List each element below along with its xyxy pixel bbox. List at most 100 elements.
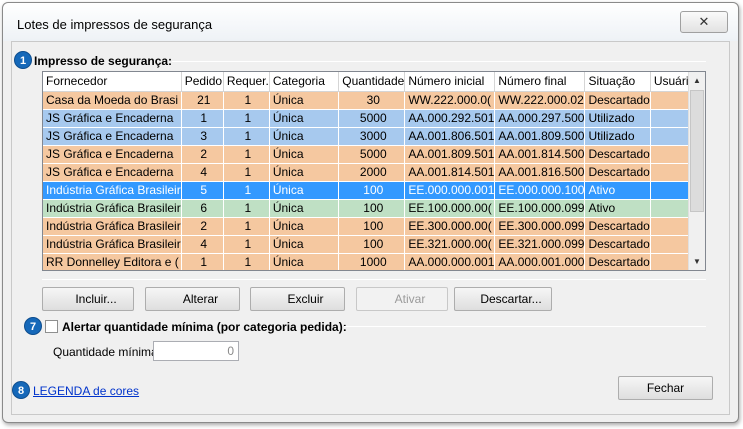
table-cell: 1 bbox=[181, 253, 224, 270]
table-cell: 1 bbox=[223, 181, 270, 200]
table-cell: Única bbox=[269, 235, 340, 254]
window-title: Lotes de impressos de segurança bbox=[17, 17, 213, 32]
table-cell: 1 bbox=[223, 163, 270, 182]
table-cell: 3 bbox=[181, 127, 224, 146]
include-button[interactable]: Incluir... bbox=[42, 287, 134, 311]
table-row[interactable]: JS Gráfica e Encaderna 4 1 Única 2000 AA.001.… bbox=[43, 163, 705, 182]
group-divider bbox=[172, 61, 706, 62]
table-cell: 21 bbox=[181, 91, 224, 110]
column-header[interactable]: Categoria bbox=[269, 72, 340, 92]
table-cell: Ativo bbox=[584, 199, 651, 218]
table-row[interactable]: JS Gráfica e Encaderna 2 1 Única 5000 AA.001.… bbox=[43, 145, 705, 164]
min-quantity-alert-label: Alertar quantidade mínima (por categoria… bbox=[62, 320, 347, 334]
table-cell: 1 bbox=[223, 217, 270, 236]
table-cell: AA.000.292.501 bbox=[404, 109, 496, 128]
table-cell: Indústria Gráfica Brasileir bbox=[43, 217, 182, 236]
title-bar: Lotes de impressos de segurança ✕ bbox=[3, 3, 738, 41]
table-cell: Utilizado bbox=[584, 109, 651, 128]
table-row[interactable]: Indústria Gráfica Brasileir 6 1 Única 100 EE.… bbox=[43, 199, 705, 218]
table-cell: EE.300.000.00( bbox=[404, 217, 496, 236]
column-header[interactable]: Situação bbox=[584, 72, 651, 92]
table-row[interactable]: Indústria Gráfica Brasileir 5 1 Única 100 EE.… bbox=[43, 181, 705, 200]
table-cell: 2 bbox=[181, 217, 224, 236]
table-cell: AA.000.001.000 bbox=[494, 253, 586, 270]
column-header[interactable]: Pedido bbox=[181, 72, 224, 92]
table-cell: 30 bbox=[338, 91, 406, 110]
column-header[interactable]: Número final bbox=[494, 72, 586, 92]
table-cell: WW.222.000.02 bbox=[494, 91, 586, 110]
security-form-group-label: Impresso de segurança: bbox=[34, 54, 173, 68]
table-cell: EE.000.000.001 bbox=[404, 181, 496, 200]
table-cell: Única bbox=[269, 145, 340, 164]
activate-button[interactable]: Ativar bbox=[356, 287, 448, 311]
grid-bottom-divider bbox=[42, 279, 706, 280]
table-cell: EE.100.000.00( bbox=[404, 199, 496, 218]
column-header[interactable]: Requer. bbox=[223, 72, 270, 92]
delete-button[interactable]: Excluir bbox=[250, 287, 345, 311]
table-cell: 5000 bbox=[338, 145, 406, 164]
table-cell: JS Gráfica e Encaderna bbox=[43, 127, 182, 146]
table-cell: Indústria Gráfica Brasileir bbox=[43, 235, 182, 254]
table-row[interactable]: JS Gráfica e Encaderna 1 1 Única 5000 AA.000.… bbox=[43, 109, 705, 128]
table-cell: Única bbox=[269, 199, 340, 218]
color-legend-link[interactable]: LEGENDA de cores bbox=[33, 384, 139, 398]
table-cell: 6 bbox=[181, 199, 224, 218]
table-row[interactable]: Indústria Gráfica Brasileir 4 1 Única 100 EE.… bbox=[43, 235, 705, 254]
table-cell: Única bbox=[269, 163, 340, 182]
table-cell: Única bbox=[269, 127, 340, 146]
table-cell: Única bbox=[269, 253, 340, 270]
column-header[interactable]: Fornecedor bbox=[43, 72, 182, 92]
close-window-button[interactable]: ✕ bbox=[680, 11, 728, 33]
table-cell: 100 bbox=[338, 235, 406, 254]
table-cell: AA.001.814.500 bbox=[494, 145, 586, 164]
table-cell: 3000 bbox=[338, 127, 406, 146]
table-cell: AA.000.297.500 bbox=[494, 109, 586, 128]
table-cell: AA.001.814.501 bbox=[404, 163, 496, 182]
table-cell: 1 bbox=[223, 127, 270, 146]
table-cell: AA.001.809.500 bbox=[494, 127, 586, 146]
table-cell: 1 bbox=[223, 91, 270, 110]
table-header-row: Fornecedor Pedido Requer. Categoria Quan… bbox=[43, 72, 705, 92]
table-cell: EE.000.000.100 bbox=[494, 181, 586, 200]
table-cell: 1 bbox=[181, 109, 224, 128]
table-body: Casa da Moeda do Brasi 21 1 Única 30 WW.222.0… bbox=[43, 91, 705, 270]
table-cell: 4 bbox=[181, 235, 224, 254]
scrollbar-thumb[interactable] bbox=[690, 90, 704, 212]
table-cell: EE.100.000.099 bbox=[494, 199, 586, 218]
table-cell: Utilizado bbox=[584, 127, 651, 146]
table-cell: JS Gráfica e Encaderna bbox=[43, 163, 182, 182]
table-row[interactable]: JS Gráfica e Encaderna 3 1 Única 3000 AA.001.… bbox=[43, 127, 705, 146]
table-cell: Única bbox=[269, 109, 340, 128]
column-header[interactable]: Quantidade bbox=[338, 72, 406, 92]
activate-button-label: Ativar bbox=[394, 292, 426, 306]
table-cell: EE.300.000.099 bbox=[494, 217, 586, 236]
security-forms-grid[interactable]: Fornecedor Pedido Requer. Categoria Quan… bbox=[42, 71, 706, 271]
table-row[interactable]: Indústria Gráfica Brasileir 2 1 Única 100 EE.… bbox=[43, 217, 705, 236]
discard-button[interactable]: Descartar... bbox=[454, 287, 552, 311]
min-quantity-input[interactable]: 0 bbox=[153, 341, 239, 361]
table-cell: Descartado bbox=[584, 235, 651, 254]
table-cell: Descartado bbox=[584, 217, 651, 236]
min-quantity-alert-checkbox[interactable] bbox=[45, 320, 58, 333]
alter-button-label: Alterar bbox=[182, 292, 219, 306]
table-row[interactable]: Casa da Moeda do Brasi 21 1 Única 30 WW.222.0… bbox=[43, 91, 705, 110]
scroll-up-arrow-icon[interactable]: ▲ bbox=[689, 72, 705, 89]
table-cell: 4 bbox=[181, 163, 224, 182]
table-row[interactable]: RR Donnelley Editora e (1 1 Única 1000 AA.00… bbox=[43, 253, 705, 270]
table-cell: Descartado bbox=[584, 91, 651, 110]
table-cell: 100 bbox=[338, 181, 406, 200]
table-cell: JS Gráfica e Encaderna bbox=[43, 145, 182, 164]
table-cell: Descartado bbox=[584, 163, 651, 182]
table-cell: EE.321.000.099 bbox=[494, 235, 586, 254]
table-cell: Indústria Gráfica Brasileir bbox=[43, 181, 182, 200]
table-cell: 1000 bbox=[338, 253, 406, 270]
vertical-scrollbar[interactable]: ▲ ▼ bbox=[688, 72, 705, 270]
close-button[interactable]: Fechar bbox=[618, 376, 713, 400]
alter-button[interactable]: Alterar bbox=[145, 287, 240, 311]
table-cell: 2000 bbox=[338, 163, 406, 182]
table-cell: 1 bbox=[223, 109, 270, 128]
table-cell: 1 bbox=[223, 253, 270, 270]
table-cell: Descartado bbox=[584, 253, 651, 270]
scroll-down-arrow-icon[interactable]: ▼ bbox=[689, 253, 705, 270]
column-header[interactable]: Número inicial bbox=[404, 72, 496, 92]
